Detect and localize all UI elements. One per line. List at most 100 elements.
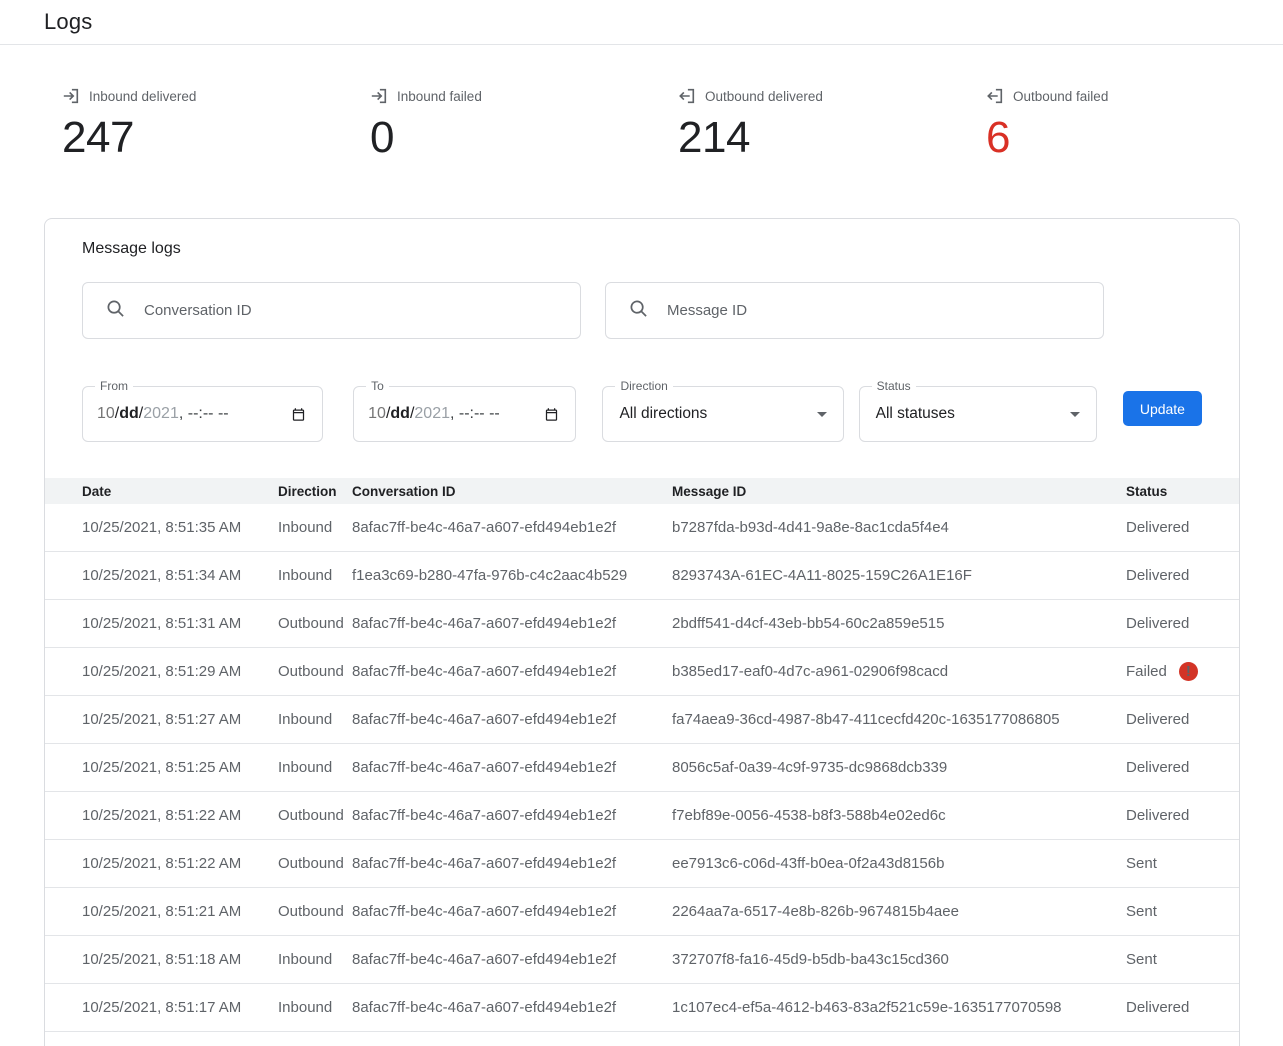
table-row: 10/25/2021, 8:51:34 AM Inbound f1ea3c69-… [45,552,1239,600]
stat-outbound-delivered: Outbound delivered 214 [678,87,986,163]
cell-date: 10/25/2021, 8:51:21 AM [82,903,278,920]
table-header: Date Direction Conversation ID Message I… [45,478,1239,504]
cell-date: 10/25/2021, 8:51:18 AM [82,951,278,968]
inbound-icon [370,87,388,105]
table-row: 10/25/2021, 8:51:18 AM Inbound 8afac7ff-… [45,936,1239,984]
to-label: To [366,379,389,394]
stat-value: 247 [62,113,370,163]
direction-select[interactable]: Direction All directions [602,386,843,442]
stat-inbound-failed: Inbound failed 0 [370,87,678,163]
cell-status: Delivered ! [1126,519,1239,536]
cell-conversation-id: f1ea3c69-b280-47fa-976b-c4c2aac4b529 [352,567,672,584]
cell-direction: Inbound [278,567,352,584]
message-id-search[interactable] [605,282,1104,339]
page-title: Logs [44,9,93,35]
stat-value: 0 [370,113,678,163]
cell-message-id: 8056c5af-0a39-4c9f-9735-dc9868dcb339 [672,759,1126,776]
filter-row: From 10/dd/2021, --:-- -- To 10/dd/2021,… [82,372,1202,442]
cell-conversation-id: 8afac7ff-be4c-46a7-a607-efd494eb1e2f [352,711,672,728]
cell-message-id: 2bdff541-d4cf-43eb-bb54-60c2a859e515 [672,615,1126,632]
cell-conversation-id: 8afac7ff-be4c-46a7-a607-efd494eb1e2f [352,615,672,632]
cell-status: Failed ! [1126,662,1239,681]
cell-message-id: 2264aa7a-6517-4e8b-826b-9674815b4aee [672,903,1126,920]
outbound-icon [986,87,1004,105]
cell-status: Sent ! [1126,951,1239,968]
cell-direction: Inbound [278,951,352,968]
stat-label: Outbound delivered [705,89,823,104]
search-row [82,282,1202,339]
status-label: Status [872,379,916,394]
cell-date: 10/25/2021, 8:51:22 AM [82,807,278,824]
direction-value: All directions [619,405,707,423]
card-title: Message logs [82,240,1239,258]
cell-direction: Outbound [278,807,352,824]
chevron-down-icon [1070,412,1080,417]
table-row: 10/25/2021, 8:51:14 AM Inbound 8afac7ff-… [45,1032,1239,1046]
cell-date: 10/25/2021, 8:51:25 AM [82,759,278,776]
from-label: From [95,379,133,394]
search-icon [629,299,648,323]
cell-conversation-id: 8afac7ff-be4c-46a7-a607-efd494eb1e2f [352,663,672,680]
table-row: 10/25/2021, 8:51:22 AM Outbound 8afac7ff… [45,840,1239,888]
cell-message-id: 1c107ec4-ef5a-4612-b463-83a2f521c59e-163… [672,999,1126,1016]
message-logs-table: Date Direction Conversation ID Message I… [45,478,1239,1046]
cell-conversation-id: 8afac7ff-be4c-46a7-a607-efd494eb1e2f [352,903,672,920]
cell-date: 10/25/2021, 8:51:27 AM [82,711,278,728]
table-row: 10/25/2021, 8:51:35 AM Inbound 8afac7ff-… [45,504,1239,552]
table-row: 10/25/2021, 8:51:21 AM Outbound 8afac7ff… [45,888,1239,936]
cell-status: Delivered ! [1126,999,1239,1016]
cell-direction: Inbound [278,759,352,776]
cell-direction: Outbound [278,903,352,920]
cell-status: Delivered ! [1126,807,1239,824]
cell-date: 10/25/2021, 8:51:34 AM [82,567,278,584]
cell-status: Sent ! [1126,903,1239,920]
cell-direction: Inbound [278,519,352,536]
to-date-field[interactable]: To 10/dd/2021, --:-- -- [353,386,576,442]
update-button[interactable]: Update [1123,391,1202,426]
cell-status: Delivered ! [1126,711,1239,728]
cell-direction: Outbound [278,855,352,872]
from-date-field[interactable]: From 10/dd/2021, --:-- -- [82,386,323,442]
cell-message-id: f7ebf89e-0056-4538-b8f3-588b4e02ed6c [672,807,1126,824]
calendar-icon[interactable] [289,405,308,424]
cell-status: Delivered ! [1126,567,1239,584]
cell-direction: Inbound [278,711,352,728]
cell-message-id: b7287fda-b93d-4d41-9a8e-8ac1cda5f4e4 [672,519,1126,536]
cell-date: 10/25/2021, 8:51:31 AM [82,615,278,632]
table-row: 10/25/2021, 8:51:25 AM Inbound 8afac7ff-… [45,744,1239,792]
column-header-status: Status [1126,484,1239,499]
conversation-id-search[interactable] [82,282,581,339]
cell-date: 10/25/2021, 8:51:22 AM [82,855,278,872]
message-logs-card: Message logs From 10/dd/2021, --:-- -- T… [44,218,1240,1046]
status-value: All statuses [876,405,955,423]
cell-message-id: b385ed17-eaf0-4d7c-a961-02906f98cacd [672,663,1126,680]
cell-date: 10/25/2021, 8:51:17 AM [82,999,278,1016]
table-row: 10/25/2021, 8:51:31 AM Outbound 8afac7ff… [45,600,1239,648]
inbound-icon [62,87,80,105]
table-row: 10/25/2021, 8:51:17 AM Inbound 8afac7ff-… [45,984,1239,1032]
column-header-direction: Direction [278,484,352,499]
outbound-icon [678,87,696,105]
column-header-message-id: Message ID [672,484,1126,499]
error-icon: ! [1179,662,1198,681]
cell-date: 10/25/2021, 8:51:29 AM [82,663,278,680]
table-row: 10/25/2021, 8:51:22 AM Outbound 8afac7ff… [45,792,1239,840]
cell-direction: Outbound [278,663,352,680]
message-id-input[interactable] [667,302,1103,319]
table-row: 10/25/2021, 8:51:29 AM Outbound 8afac7ff… [45,648,1239,696]
stat-inbound-delivered: Inbound delivered 247 [62,87,370,163]
to-date-value: 10/dd/2021, --:-- -- [368,405,500,423]
cell-conversation-id: 8afac7ff-be4c-46a7-a607-efd494eb1e2f [352,855,672,872]
cell-direction: Inbound [278,999,352,1016]
calendar-icon[interactable] [542,405,561,424]
conversation-id-input[interactable] [144,302,580,319]
direction-label: Direction [615,379,672,394]
cell-message-id: 8293743A-61EC-4A11-8025-159C26A1E16F [672,567,1126,584]
table-row: 10/25/2021, 8:51:27 AM Inbound 8afac7ff-… [45,696,1239,744]
cell-conversation-id: 8afac7ff-be4c-46a7-a607-efd494eb1e2f [352,951,672,968]
cell-message-id: ee7913c6-c06d-43ff-b0ea-0f2a43d8156b [672,855,1126,872]
status-select[interactable]: Status All statuses [859,386,1097,442]
page-header: Logs [0,0,1283,45]
stats-row: Inbound delivered 247 Inbound failed 0 O… [62,87,1283,163]
cell-conversation-id: 8afac7ff-be4c-46a7-a607-efd494eb1e2f [352,759,672,776]
